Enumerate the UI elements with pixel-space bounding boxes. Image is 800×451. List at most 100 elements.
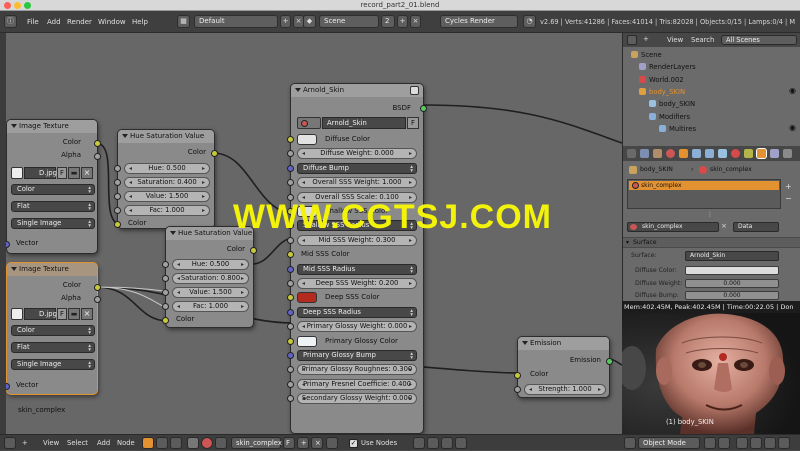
outliner-item[interactable]: World.002 xyxy=(639,74,684,86)
input-saturation-socket[interactable] xyxy=(114,179,121,186)
image-selector[interactable]: D.jpg F ▬ × xyxy=(11,308,95,320)
world-tab-icon[interactable] xyxy=(666,149,675,158)
param-dropdown[interactable]: Diffuse Bump ▴ ▾ xyxy=(297,162,417,174)
param-color[interactable]: Deep SSS Color xyxy=(297,292,419,304)
input-strength-socket[interactable] xyxy=(514,386,521,393)
color-space-select[interactable]: Color ▴ ▾ xyxy=(11,325,95,336)
pivot-icon[interactable] xyxy=(718,437,730,449)
copy-icon[interactable] xyxy=(441,437,453,449)
outliner-item[interactable]: RenderLayers xyxy=(639,61,696,73)
param-slider[interactable]: Primary Glossy Weight: 0.000 xyxy=(297,321,417,333)
open-folder-icon[interactable]: ▬ xyxy=(68,308,80,320)
pin-icon[interactable] xyxy=(326,437,338,449)
param-slider[interactable]: Diffuse Weight: 0.000 xyxy=(297,148,417,160)
color-swatch[interactable] xyxy=(297,292,317,304)
value-slider[interactable]: Value: 1.500 xyxy=(172,287,249,298)
data-tab-icon[interactable] xyxy=(718,149,727,158)
scale-icon[interactable] xyxy=(778,437,790,449)
input-socket-0[interactable] xyxy=(287,136,294,143)
input-socket-3[interactable] xyxy=(287,179,294,187)
close-window-icon[interactable] xyxy=(4,2,11,9)
output-emission-socket[interactable] xyxy=(606,358,613,365)
node-group-icon[interactable] xyxy=(410,86,419,95)
input-socket-16[interactable] xyxy=(287,366,294,374)
fac-slider[interactable]: Fac: 1.000 xyxy=(124,205,210,216)
menu-add[interactable]: Add xyxy=(97,435,110,451)
input-socket-2[interactable] xyxy=(287,164,294,172)
output-alpha-socket[interactable] xyxy=(94,153,101,160)
unlink-icon[interactable]: × xyxy=(81,167,93,179)
scene-icon[interactable]: ◆ xyxy=(303,15,316,28)
node-header[interactable]: Image Texture xyxy=(7,263,97,276)
input-color-socket[interactable] xyxy=(514,372,521,379)
collapse-triangle-icon[interactable] xyxy=(170,231,176,235)
input-value-socket[interactable] xyxy=(114,193,121,200)
menu-file[interactable]: File xyxy=(27,11,39,33)
manipulator-icon[interactable] xyxy=(736,437,748,449)
shader-nodes-icon[interactable] xyxy=(142,437,154,449)
render-view[interactable]: Mem:402.45M, Peak:402.45M | Time:00:22.0… xyxy=(622,301,800,434)
paste-icon[interactable] xyxy=(455,437,467,449)
scene-field[interactable]: Scene xyxy=(319,15,379,28)
object-tab-icon[interactable] xyxy=(679,149,688,158)
input-socket-7[interactable] xyxy=(287,236,294,244)
diffuse-color-swatch[interactable] xyxy=(685,266,779,275)
node-header[interactable]: Arnold_Skin xyxy=(291,84,423,97)
output-bsdf-socket[interactable] xyxy=(420,105,427,112)
image-browse-icon[interactable] xyxy=(11,308,23,320)
diffuse-weight-field[interactable]: 0.000 xyxy=(685,279,779,288)
param-color[interactable]: Primary Glossy Color xyxy=(297,335,419,347)
menu-window[interactable]: Window xyxy=(98,11,126,33)
editor-type-icon[interactable]: ⓘ xyxy=(4,15,17,28)
menu-view[interactable]: View xyxy=(43,435,59,451)
texture-nodes-icon[interactable] xyxy=(156,437,168,449)
collapse-triangle-icon[interactable] xyxy=(11,267,17,271)
param-slider[interactable]: Primary Fresnel Coefficie: 0.400 xyxy=(297,378,417,390)
diffuse-bump-field[interactable]: 0.000 xyxy=(685,291,779,300)
hue-saturation-node-2[interactable]: Hue Saturation Value Color Hue: 0.500 Sa… xyxy=(162,226,257,328)
image-name-field[interactable]: D.jpg xyxy=(24,167,57,179)
arnold-skin-node[interactable]: Arnold_Skin BSDF Arnold_Skin F Diffuse C… xyxy=(287,83,427,434)
screen-layout-field[interactable]: Default xyxy=(194,15,278,28)
param-color[interactable]: Diffuse Color xyxy=(297,134,419,145)
param-dropdown[interactable]: Primary Glossy Bump ▴ ▾ xyxy=(297,350,417,361)
link-mode-select[interactable]: Data xyxy=(733,222,779,232)
collapse-triangle-icon[interactable] xyxy=(295,88,301,92)
render-layers-tab-icon[interactable] xyxy=(640,149,649,158)
image-texture-node-1[interactable]: Image Texture Color Alpha D.jpg F ▬ × Co… xyxy=(6,119,101,254)
input-fac-socket[interactable] xyxy=(114,207,121,214)
surface-shader-select[interactable]: Arnold_Skin xyxy=(685,251,779,261)
fake-user-button[interactable]: F xyxy=(57,308,67,320)
particles-tab-icon[interactable] xyxy=(756,148,767,159)
param-dropdown[interactable]: Mid SSS Radius ▴ ▾ xyxy=(297,263,417,275)
snap-icon[interactable] xyxy=(427,437,439,449)
object-mode-select[interactable]: Object Mode xyxy=(638,437,700,449)
input-saturation-socket[interactable] xyxy=(162,275,169,282)
material-datablock-field[interactable]: skin_complex xyxy=(627,222,719,232)
image-name-field[interactable]: D.jpg xyxy=(24,308,57,320)
visibility-eye-icon[interactable]: ◉ xyxy=(789,123,797,132)
source-select[interactable]: Single Image ▴ ▾ xyxy=(11,218,95,229)
expand-icon[interactable]: + xyxy=(643,35,653,45)
remove-scene-icon[interactable]: × xyxy=(410,15,421,28)
material-tab-icon[interactable] xyxy=(731,149,740,158)
modifiers-tab-icon[interactable] xyxy=(705,149,714,158)
param-slider[interactable]: Secondary Glossy Weight: 0.000 xyxy=(297,393,417,405)
editor-type-icon[interactable] xyxy=(4,437,16,449)
menu-render[interactable]: Render xyxy=(67,11,92,33)
param-slider[interactable]: Deep SSS Weight: 0.200 xyxy=(297,278,417,289)
fake-user-button[interactable]: F xyxy=(407,117,419,129)
outliner-item[interactable]: body_SKIN xyxy=(649,98,695,110)
scene-tab-icon[interactable] xyxy=(653,149,662,158)
properties-editor[interactable]: body_SKIN › skin_complex skin_complex + … xyxy=(623,146,800,301)
output-color-socket[interactable] xyxy=(94,284,101,291)
outliner-menu-view[interactable]: View xyxy=(667,33,683,47)
saturation-slider[interactable]: Saturation: 0.400 xyxy=(124,177,210,188)
input-hue-socket[interactable] xyxy=(114,165,121,172)
node-header[interactable]: Emission xyxy=(518,337,609,350)
zoom-window-icon[interactable] xyxy=(24,2,31,9)
backdrop-icon[interactable] xyxy=(413,437,425,449)
list-resize-grip-icon[interactable]: ⋮ xyxy=(707,211,713,218)
input-socket-18[interactable] xyxy=(287,395,294,403)
color-swatch[interactable] xyxy=(297,134,317,145)
